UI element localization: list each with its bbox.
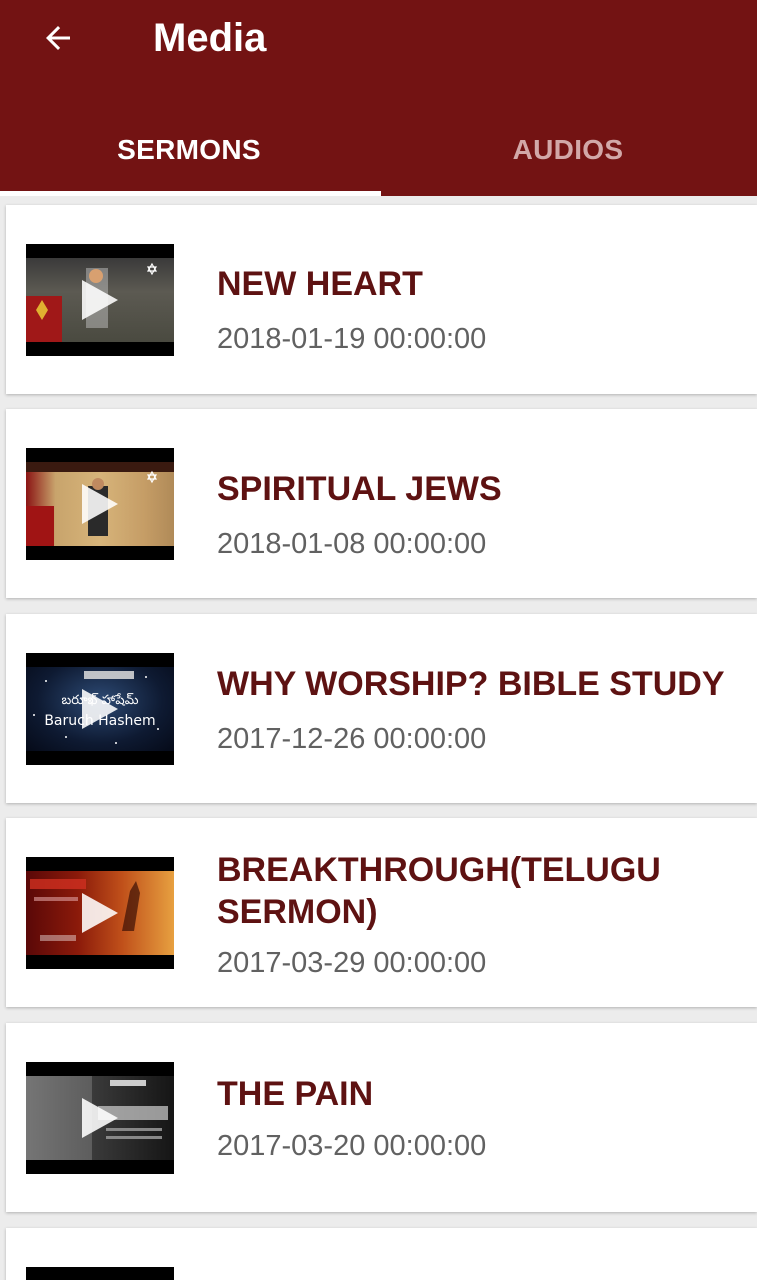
list-item[interactable]: NEW HEART 2018-01-19 00:00:00 xyxy=(6,205,757,394)
sermon-title: NEW HEART xyxy=(217,265,423,303)
sermon-title: SPIRITUAL JEWS xyxy=(217,470,502,508)
play-icon xyxy=(82,280,118,320)
play-icon xyxy=(82,1098,118,1138)
video-thumbnail xyxy=(26,448,174,560)
play-icon xyxy=(82,689,118,729)
sermon-date: 2018-01-08 00:00:00 xyxy=(217,528,487,560)
arrow-left-icon xyxy=(46,26,70,50)
play-icon xyxy=(82,484,118,524)
list-item[interactable]: SPIRITUAL JEWS 2018-01-08 00:00:00 xyxy=(6,409,757,598)
sermon-date: 2018-01-19 00:00:00 xyxy=(217,323,487,355)
video-thumbnail xyxy=(26,857,174,969)
sermon-date: 2017-03-20 00:00:00 xyxy=(217,1130,487,1162)
sermon-date: 2017-03-29 00:00:00 xyxy=(217,947,487,979)
page-title: Media xyxy=(153,16,267,60)
sermon-title: THE PAIN xyxy=(217,1075,374,1113)
video-thumbnail xyxy=(26,1267,174,1280)
sermon-title: WHY WORSHIP? BIBLE STUDY xyxy=(217,665,725,703)
sermon-title: BREAKTHROUGH(TELUGU SERMON) xyxy=(217,851,661,931)
app-bar: Media SERMONS AUDIOS xyxy=(0,0,757,196)
back-button[interactable] xyxy=(30,10,86,66)
tab-sermons[interactable]: SERMONS xyxy=(0,110,378,190)
play-icon xyxy=(82,893,118,933)
video-thumbnail: బరూఖ్ హాషేమ్ Baruch Hashem xyxy=(26,653,174,765)
list-item[interactable]: బరూఖ్ హాషేమ్ Baruch Hashem WHY WORSHIP? … xyxy=(6,614,757,803)
active-tab-indicator xyxy=(0,191,381,196)
video-thumbnail xyxy=(26,1062,174,1174)
list-item[interactable] xyxy=(6,1228,757,1280)
tab-audios[interactable]: AUDIOS xyxy=(379,110,757,190)
sermon-date: 2017-12-26 00:00:00 xyxy=(217,723,487,755)
video-thumbnail xyxy=(26,244,174,356)
list-item[interactable]: THE PAIN 2017-03-20 00:00:00 xyxy=(6,1023,757,1212)
list-item[interactable]: BREAKTHROUGH(TELUGU SERMON) 2017-03-29 0… xyxy=(6,818,757,1007)
